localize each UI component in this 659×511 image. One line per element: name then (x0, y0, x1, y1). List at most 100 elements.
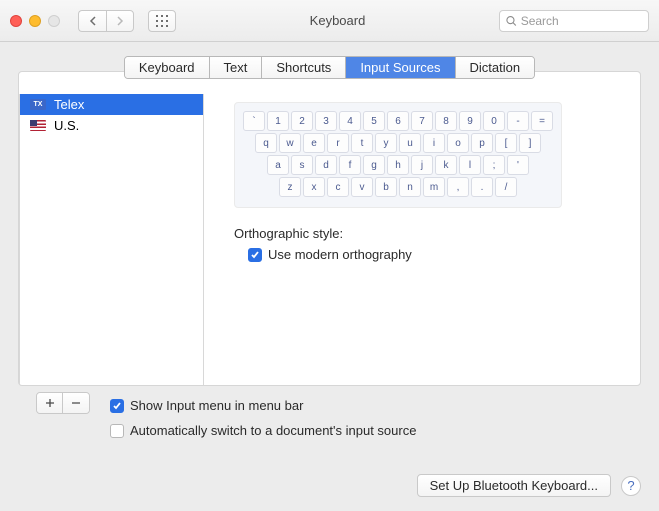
tab-shortcuts[interactable]: Shortcuts (262, 57, 346, 78)
key: w (279, 133, 301, 153)
key: m (423, 177, 445, 197)
key: 3 (315, 111, 337, 131)
key: ` (243, 111, 265, 131)
checkbox-box (110, 399, 124, 413)
content-panel: TXTelex U.S. `1234567890-=qwertyuiop[]asd… (18, 71, 641, 386)
key: o (447, 133, 469, 153)
back-button[interactable] (78, 10, 106, 32)
key: 0 (483, 111, 505, 131)
footer: Set Up Bluetooth Keyboard... ? (417, 474, 641, 497)
input-source-row[interactable]: TXTelex (20, 94, 203, 115)
search-input[interactable] (521, 14, 642, 28)
key: [ (495, 133, 517, 153)
check-icon (112, 401, 122, 411)
auto-switch-label: Automatically switch to a document's inp… (130, 423, 416, 438)
key: n (399, 177, 421, 197)
key: , (447, 177, 469, 197)
use-modern-orthography-checkbox[interactable]: Use modern orthography (248, 247, 620, 262)
chevron-right-icon (116, 16, 124, 26)
show-input-menu-label: Show Input menu in menu bar (130, 398, 303, 413)
forward-button[interactable] (106, 10, 134, 32)
key: p (471, 133, 493, 153)
tabbar: KeyboardTextShortcutsInput SourcesDictat… (124, 56, 535, 79)
grid-icon (156, 15, 168, 27)
key: l (459, 155, 481, 175)
checkbox-box (248, 248, 262, 262)
show-input-menu-checkbox[interactable]: Show Input menu in menu bar (110, 398, 416, 413)
keyboard-row: qwertyuiop[] (243, 133, 553, 153)
key: j (411, 155, 433, 175)
input-source-label: U.S. (54, 118, 79, 133)
key: t (351, 133, 373, 153)
key: i (423, 133, 445, 153)
titlebar: Keyboard (0, 0, 659, 42)
input-source-label: Telex (54, 97, 84, 112)
input-source-row[interactable]: U.S. (20, 115, 203, 136)
key: z (279, 177, 301, 197)
below-panel-row: Show Input menu in menu bar Automaticall… (18, 392, 641, 438)
help-button[interactable]: ? (621, 476, 641, 496)
keyboard-layout-preview: `1234567890-=qwertyuiop[]asdfghjkl;'zxcv… (234, 102, 562, 208)
key: q (255, 133, 277, 153)
key: f (339, 155, 361, 175)
close-window-button[interactable] (10, 15, 22, 27)
key: / (495, 177, 517, 197)
key: 6 (387, 111, 409, 131)
plus-icon (45, 398, 55, 408)
tab-input-sources[interactable]: Input Sources (346, 57, 455, 78)
tab-text[interactable]: Text (210, 57, 263, 78)
key: ; (483, 155, 505, 175)
keyboard-row: zxcvbnm,./ (243, 177, 553, 197)
tab-keyboard[interactable]: Keyboard (125, 57, 210, 78)
key: ' (507, 155, 529, 175)
orthographic-style-label: Orthographic style: (234, 226, 620, 241)
key: a (267, 155, 289, 175)
traffic-lights (10, 15, 60, 27)
tabbar-wrap: KeyboardTextShortcutsInput SourcesDictat… (0, 42, 659, 83)
key: k (435, 155, 457, 175)
window-title: Keyboard (184, 13, 491, 28)
key: 5 (363, 111, 385, 131)
nav-buttons (78, 10, 134, 32)
search-icon (506, 15, 517, 27)
global-options: Show Input menu in menu bar Automaticall… (110, 392, 416, 438)
use-modern-orthography-label: Use modern orthography (268, 247, 412, 262)
add-remove-buttons (36, 392, 90, 414)
key: r (327, 133, 349, 153)
detail-pane: `1234567890-=qwertyuiop[]asdfghjkl;'zxcv… (204, 92, 640, 385)
key: x (303, 177, 325, 197)
key: d (315, 155, 337, 175)
key: v (351, 177, 373, 197)
key: u (399, 133, 421, 153)
key: h (387, 155, 409, 175)
check-icon (250, 250, 260, 260)
key: - (507, 111, 529, 131)
checkbox-box (110, 424, 124, 438)
key: s (291, 155, 313, 175)
key: 1 (267, 111, 289, 131)
key: 9 (459, 111, 481, 131)
zoom-window-button (48, 15, 60, 27)
remove-source-button[interactable] (63, 393, 89, 413)
tab-dictation[interactable]: Dictation (456, 57, 535, 78)
keyboard-row: asdfghjkl;' (243, 155, 553, 175)
add-source-button[interactable] (37, 393, 63, 413)
input-source-list[interactable]: TXTelex U.S. (19, 94, 204, 385)
setup-bluetooth-keyboard-button[interactable]: Set Up Bluetooth Keyboard... (417, 474, 611, 497)
minimize-window-button[interactable] (29, 15, 41, 27)
us-flag-icon (30, 120, 46, 131)
key: b (375, 177, 397, 197)
input-source-list-column: TXTelex U.S. (19, 92, 204, 385)
key: g (363, 155, 385, 175)
auto-switch-checkbox[interactable]: Automatically switch to a document's inp… (110, 423, 416, 438)
search-field-wrap[interactable] (499, 10, 649, 32)
key: 7 (411, 111, 433, 131)
key: ] (519, 133, 541, 153)
key: e (303, 133, 325, 153)
key: c (327, 177, 349, 197)
key: 4 (339, 111, 361, 131)
keyboard-row: `1234567890-= (243, 111, 553, 131)
key: 2 (291, 111, 313, 131)
chevron-left-icon (89, 16, 97, 26)
show-all-button[interactable] (148, 10, 176, 32)
